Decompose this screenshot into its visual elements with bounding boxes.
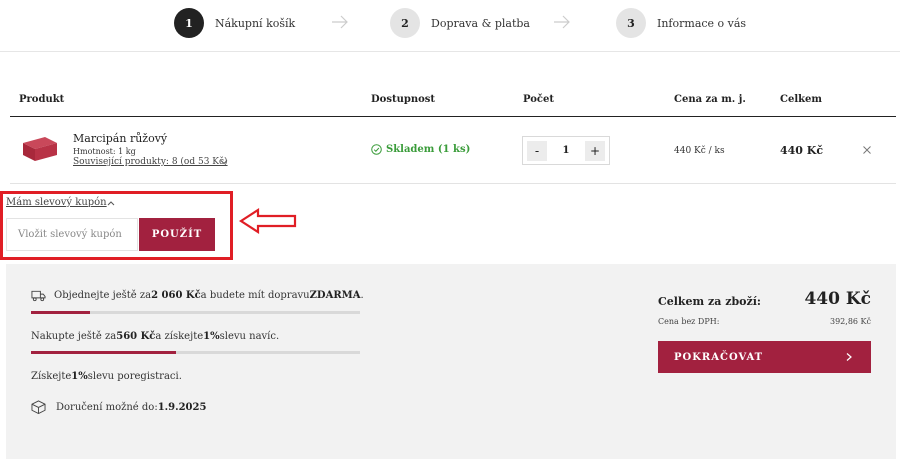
discount-amount: 560 Kč — [116, 331, 156, 342]
quantity-value[interactable]: 1 — [563, 145, 570, 156]
registration-info: Získejte 1% slevu po registraci . — [31, 371, 182, 382]
row-total: 440 Kč — [780, 144, 824, 157]
discount-percent: 1% — [203, 331, 220, 342]
increase-quantity-button[interactable]: + — [585, 140, 605, 161]
step-number: 2 — [390, 8, 420, 38]
step-cart[interactable]: 1 Nákupní košík — [174, 8, 295, 38]
registration-link[interactable]: registraci — [130, 371, 179, 382]
column-header-quantity: Počet — [523, 94, 554, 105]
annotation-arrow-icon — [238, 207, 297, 235]
apply-coupon-button[interactable]: POUŽÍT — [139, 218, 215, 251]
close-icon[interactable] — [862, 145, 872, 155]
registration-text: . — [178, 371, 182, 382]
related-products-link[interactable]: Související produkty: 8 (od 53 Kč) — [73, 157, 228, 167]
step-label: Nákupní košík — [215, 16, 296, 30]
coupon-toggle[interactable]: Mám slevový kupón — [6, 197, 107, 208]
checkout-steps: 1 Nákupní košík 2 Doprava & platba 3 Inf… — [0, 0, 900, 52]
free-shipping-text: . — [360, 290, 364, 301]
delivery-label: Doručení možné do: — [56, 401, 158, 413]
free-shipping-info: Objednejte ještě za 2 060 Kč a budete mí… — [31, 289, 364, 302]
row-divider — [10, 183, 896, 184]
arrow-right-icon — [554, 15, 570, 29]
delivery-date: 1.9.2025 — [157, 401, 207, 413]
discount-text: slevu navíc. — [219, 331, 280, 342]
decrease-quantity-button[interactable]: - — [527, 140, 547, 161]
registration-text: Získejte — [31, 371, 72, 382]
column-header-availability: Dostupnost — [371, 94, 436, 105]
column-header-total: Celkem — [780, 94, 822, 105]
step-number: 1 — [174, 8, 204, 38]
delivery-info: Doručení možné do: 1.9.2025 — [31, 400, 206, 414]
coupon-input[interactable]: Vložit slevový kupón — [6, 218, 138, 251]
check-circle-icon — [371, 144, 382, 155]
box-icon — [31, 400, 46, 414]
price-without-vat-label: Cena bez DPH: — [658, 317, 720, 326]
free-shipping-text: a budete mít dopravu — [200, 290, 310, 301]
column-header-product: Produkt — [19, 94, 65, 105]
unit-price: 440 Kč / ks — [674, 146, 725, 156]
goods-total-value: 440 Kč — [804, 289, 871, 309]
product-weight: Hmotnost: 1 kg — [73, 147, 136, 156]
arrow-right-icon — [332, 15, 348, 29]
step-shipping[interactable]: 2 Doprava & platba — [390, 8, 530, 38]
free-shipping-progress — [31, 311, 360, 314]
discount-text: a získejte — [155, 331, 204, 342]
product-name[interactable]: Marcipán růžový — [73, 132, 167, 145]
progress-fill — [31, 351, 176, 354]
availability-status: Skladem (1 ks) — [371, 144, 470, 155]
free-shipping-text: Objednejte ještě za — [54, 290, 152, 301]
truck-icon — [31, 290, 46, 302]
step-info[interactable]: 3 Informace o vás — [616, 8, 746, 38]
discount-info: Nakupte ještě za 560 Kč a získejte 1% sl… — [31, 331, 279, 342]
step-label: Informace o vás — [657, 16, 747, 30]
product-image[interactable] — [19, 135, 59, 163]
free-shipping-strong: ZDARMA — [309, 290, 361, 301]
registration-text: slevu po — [87, 371, 130, 382]
column-header-unit-price: Cena za m. j. — [674, 94, 746, 105]
table-header-divider — [10, 116, 896, 117]
availability-text: Skladem (1 ks) — [386, 144, 471, 155]
chevron-up-icon[interactable] — [106, 199, 116, 207]
goods-total-label: Celkem za zboží: — [658, 295, 761, 308]
chevron-right-icon — [846, 353, 852, 361]
step-label: Doprava & platba — [431, 16, 530, 30]
price-without-vat-value: 392,86 Kč — [830, 317, 871, 326]
continue-label: POKRAČOVAT — [674, 351, 764, 363]
registration-percent: 1% — [71, 371, 88, 382]
free-shipping-amount: 2 060 Kč — [151, 290, 201, 301]
step-number: 3 — [616, 8, 646, 38]
continue-button[interactable]: POKRAČOVAT — [658, 341, 871, 373]
discount-progress — [31, 351, 360, 354]
progress-fill — [31, 311, 91, 314]
chevron-down-icon[interactable] — [219, 157, 229, 167]
discount-text: Nakupte ještě za — [31, 331, 117, 342]
quantity-stepper: - 1 + — [522, 136, 610, 165]
